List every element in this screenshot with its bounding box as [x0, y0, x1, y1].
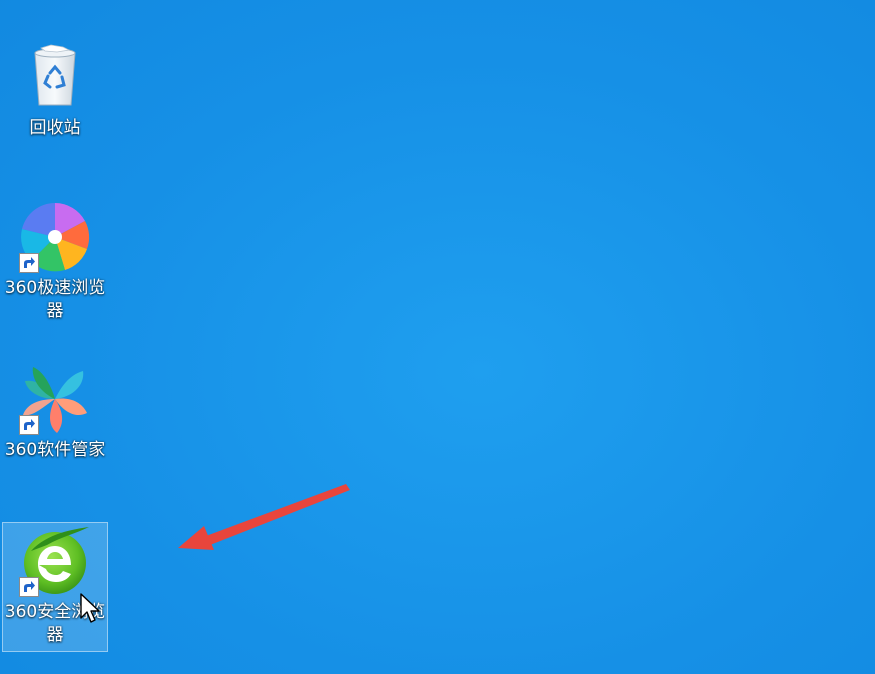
desktop[interactable]: 回收站 360极速浏览器 360软件管家 360安全浏览器 [0, 0, 875, 674]
mouse-pointer-icon [80, 593, 102, 625]
desktop-icon-360-speed-browser[interactable]: 360极速浏览器 [2, 198, 108, 324]
desktop-icon-label: 回收站 [29, 118, 81, 138]
shortcut-arrow-icon [19, 253, 39, 273]
desktop-icon-label: 360软件管家 [4, 440, 106, 460]
360-secure-browser-icon [17, 523, 93, 599]
recycle-bin-icon [17, 39, 93, 115]
desktop-icon-recycle-bin[interactable]: 回收站 [2, 38, 108, 141]
360-software-manager-icon [17, 361, 93, 437]
desktop-icon-360-secure-browser[interactable]: 360安全浏览器 [2, 522, 108, 652]
desktop-icon-360-software-manager[interactable]: 360软件管家 [2, 360, 108, 463]
desktop-icon-label: 360极速浏览器 [4, 278, 106, 321]
shortcut-arrow-icon [19, 415, 39, 435]
shortcut-arrow-icon [19, 577, 39, 597]
360-speed-browser-icon [17, 199, 93, 275]
annotation-arrow [178, 484, 350, 550]
